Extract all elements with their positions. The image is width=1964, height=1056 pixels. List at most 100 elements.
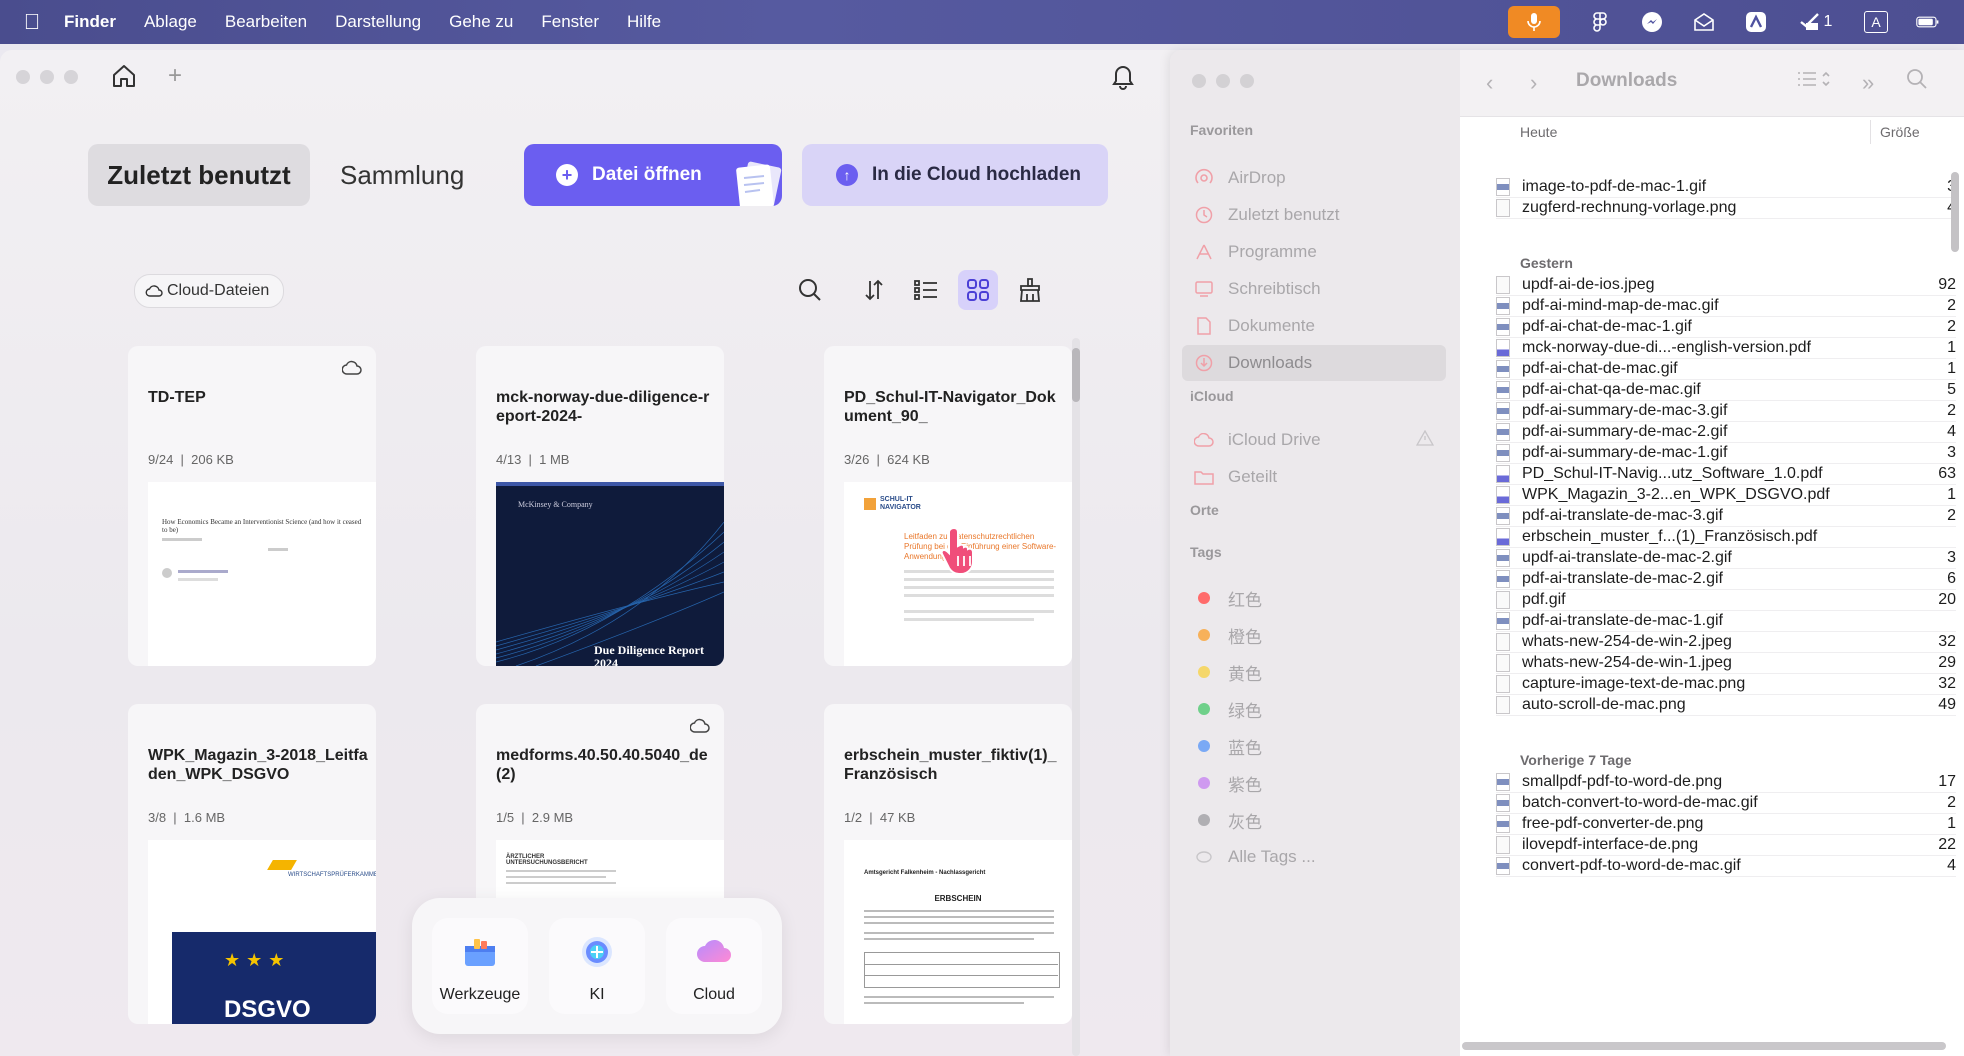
file-row[interactable]: batch-convert-to-word-de-mac.gif 2 (1496, 792, 1956, 814)
view-options-icon[interactable] (1796, 68, 1832, 96)
finder-zoom-button[interactable] (1240, 74, 1254, 88)
file-row[interactable]: updf-ai-de-ios.jpeg 92 (1496, 274, 1956, 296)
menu-ablage[interactable]: Ablage (144, 12, 197, 32)
sidebar-tag-gray[interactable]: 灰色 (1182, 802, 1446, 838)
back-chevron-icon[interactable]: ‹ (1486, 70, 1493, 96)
file-row[interactable]: erbschein_muster_f...(1)_Französisch.pdf (1496, 526, 1956, 548)
file-row[interactable]: convert-pdf-to-word-de-mac.gif 4 (1496, 855, 1956, 877)
sidebar-item-dokumente[interactable]: Dokumente (1182, 308, 1446, 344)
window-close-button[interactable] (16, 70, 30, 84)
open-file-button[interactable]: + Datei öffnen (524, 144, 782, 206)
finder-search-icon[interactable] (1906, 68, 1928, 96)
dock-werkzeuge-button[interactable]: Werkzeuge (432, 918, 528, 1014)
file-row[interactable]: capture-image-text-de-mac.png 32 (1496, 673, 1956, 695)
battery-icon[interactable] (1916, 10, 1940, 34)
dock-cloud-button[interactable]: Cloud (666, 918, 762, 1014)
mail-open-icon[interactable] (1692, 10, 1716, 34)
file-row[interactable]: pdf-ai-summary-de-mac-3.gif 2 (1496, 400, 1956, 422)
file-card[interactable]: mck-norway-due-diligence-report-2024- 4/… (476, 346, 724, 666)
input-source-icon[interactable]: A (1864, 10, 1888, 34)
cloud-files-chip[interactable]: Cloud-Dateien (134, 274, 285, 308)
upload-cloud-button[interactable]: ↑ In die Cloud hochladen (802, 144, 1108, 206)
messenger-icon[interactable] (1640, 10, 1664, 34)
file-row[interactable]: auto-scroll-de-mac.png 49 (1496, 694, 1956, 716)
file-card[interactable]: PD_Schul-IT-Navigator_Dokument_90_ 3/26 … (824, 346, 1072, 666)
forward-chevron-icon[interactable]: › (1530, 70, 1537, 96)
finder-minimize-button[interactable] (1216, 74, 1230, 88)
notification-badge-icon[interactable]: 1 (1796, 10, 1836, 34)
file-row[interactable]: pdf-ai-chat-qa-de-mac.gif 5 (1496, 379, 1956, 401)
sidebar-item-schreibtisch[interactable]: Schreibtisch (1182, 271, 1446, 307)
file-row[interactable]: free-pdf-converter-de.png 1 (1496, 813, 1956, 835)
file-row[interactable]: pdf-ai-translate-de-mac-1.gif (1496, 610, 1956, 632)
file-card[interactable]: TD-TEP 9/24 | 206 KB How Economics Becam… (128, 346, 376, 666)
microphone-icon[interactable] (1508, 6, 1560, 38)
tab-sammlung[interactable]: Sammlung (340, 144, 464, 206)
finder-close-button[interactable] (1192, 74, 1206, 88)
bell-icon[interactable] (1110, 62, 1138, 90)
tab-zuletzt-benutzt[interactable]: Zuletzt benutzt (88, 144, 310, 206)
file-row[interactable]: pdf-ai-translate-de-mac-2.gif 6 (1496, 568, 1956, 590)
dock-ki-button[interactable]: KI (549, 918, 645, 1014)
app-shortcut-icon[interactable] (1744, 10, 1768, 34)
file-row[interactable]: pdf-ai-mind-map-de-mac.gif 2 (1496, 295, 1956, 317)
file-card[interactable]: WPK_Magazin_3-2018_Leitfaden_WPK_DSGVO 3… (128, 704, 376, 1024)
column-header-size[interactable]: Größe (1880, 124, 1920, 140)
figma-icon[interactable] (1588, 10, 1612, 34)
column-header-name[interactable]: Heute (1520, 124, 1557, 140)
sidebar-all-tags[interactable]: Alle Tags ... (1182, 839, 1446, 875)
sidebar-item-label: Dokumente (1228, 316, 1315, 335)
menu-hilfe[interactable]: Hilfe (627, 12, 661, 32)
file-size: 2 (1947, 506, 1956, 524)
file-list-scrollbar[interactable] (1951, 172, 1959, 252)
window-zoom-button[interactable] (64, 70, 78, 84)
sidebar-item-icloud-drive[interactable]: iCloud Drive (1182, 422, 1446, 458)
file-row[interactable]: updf-ai-translate-de-mac-2.gif 3 (1496, 547, 1956, 569)
file-row[interactable]: pdf-ai-translate-de-mac-3.gif 2 (1496, 505, 1956, 527)
file-row[interactable]: zugferd-rechnung-vorlage.png4 (1496, 197, 1956, 219)
file-row[interactable]: pdf-ai-summary-de-mac-2.gif 4 (1496, 421, 1956, 443)
file-row[interactable]: whats-new-254-de-win-2.jpeg 32 (1496, 631, 1956, 653)
file-row[interactable]: pdf-ai-chat-de-mac-1.gif 2 (1496, 316, 1956, 338)
clean-broom-icon[interactable] (1010, 270, 1050, 310)
file-row[interactable]: PD_Schul-IT-Navig...utz_Software_1.0.pdf… (1496, 463, 1956, 485)
menu-gehe-zu[interactable]: Gehe zu (449, 12, 513, 32)
sidebar-tag-blue[interactable]: 蓝色 (1182, 728, 1446, 764)
file-row[interactable]: whats-new-254-de-win-1.jpeg 29 (1496, 652, 1956, 674)
sidebar-item-airdrop[interactable]: AirDrop (1182, 160, 1446, 196)
sidebar-tag-yellow[interactable]: 黄色 (1182, 654, 1446, 690)
sidebar-tag-red[interactable]: 红色 (1182, 580, 1446, 616)
menu-fenster[interactable]: Fenster (541, 12, 599, 32)
sidebar-item-programme[interactable]: Programme (1182, 234, 1446, 270)
file-card[interactable]: erbschein_muster_fiktiv(1)_Französisch 1… (824, 704, 1072, 1024)
file-row[interactable]: pdf-ai-summary-de-mac-1.gif 3 (1496, 442, 1956, 464)
grid-view-icon[interactable] (958, 270, 998, 310)
new-tab-icon[interactable]: + (168, 62, 182, 90)
sort-icon[interactable] (854, 270, 894, 310)
menu-bearbeiten[interactable]: Bearbeiten (225, 12, 307, 32)
sidebar-tag-green[interactable]: 绿色 (1182, 691, 1446, 727)
apple-menu-icon[interactable]:  (0, 9, 64, 35)
sidebar-item-geteilt[interactable]: Geteilt (1182, 459, 1446, 495)
window-minimize-button[interactable] (40, 70, 54, 84)
file-row[interactable]: image-to-pdf-de-mac-1.gif3 (1496, 176, 1956, 198)
file-row[interactable]: pdf-ai-chat-de-mac.gif 1 (1496, 358, 1956, 380)
home-icon[interactable] (110, 62, 138, 90)
sidebar-item-zuletzt-benutzt[interactable]: Zuletzt benutzt (1182, 197, 1446, 233)
file-row[interactable]: ilovepdf-interface-de.png 22 (1496, 834, 1956, 856)
file-row[interactable]: mck-norway-due-di...-english-version.pdf… (1496, 337, 1956, 359)
list-view-icon[interactable] (906, 270, 946, 310)
menu-app-name[interactable]: Finder (64, 12, 116, 32)
menu-darstellung[interactable]: Darstellung (335, 12, 421, 32)
search-icon[interactable] (790, 270, 830, 310)
file-grid-scrollbar[interactable] (1072, 338, 1080, 1056)
sidebar-tag-purple[interactable]: 紫色 (1182, 765, 1446, 801)
sidebar-tag-orange[interactable]: 橙色 (1182, 617, 1446, 653)
file-row[interactable]: smallpdf-pdf-to-word-de.png 17 (1496, 771, 1956, 793)
more-chevrons-icon[interactable]: » (1862, 70, 1874, 96)
file-name: pdf-ai-chat-de-mac-1.gif (1522, 317, 1692, 335)
file-row[interactable]: pdf.gif 20 (1496, 589, 1956, 611)
file-row[interactable]: WPK_Magazin_3-2...en_WPK_DSGVO.pdf 1 (1496, 484, 1956, 506)
file-list-hscrollbar[interactable] (1462, 1042, 1946, 1050)
sidebar-item-downloads[interactable]: Downloads (1182, 345, 1446, 381)
